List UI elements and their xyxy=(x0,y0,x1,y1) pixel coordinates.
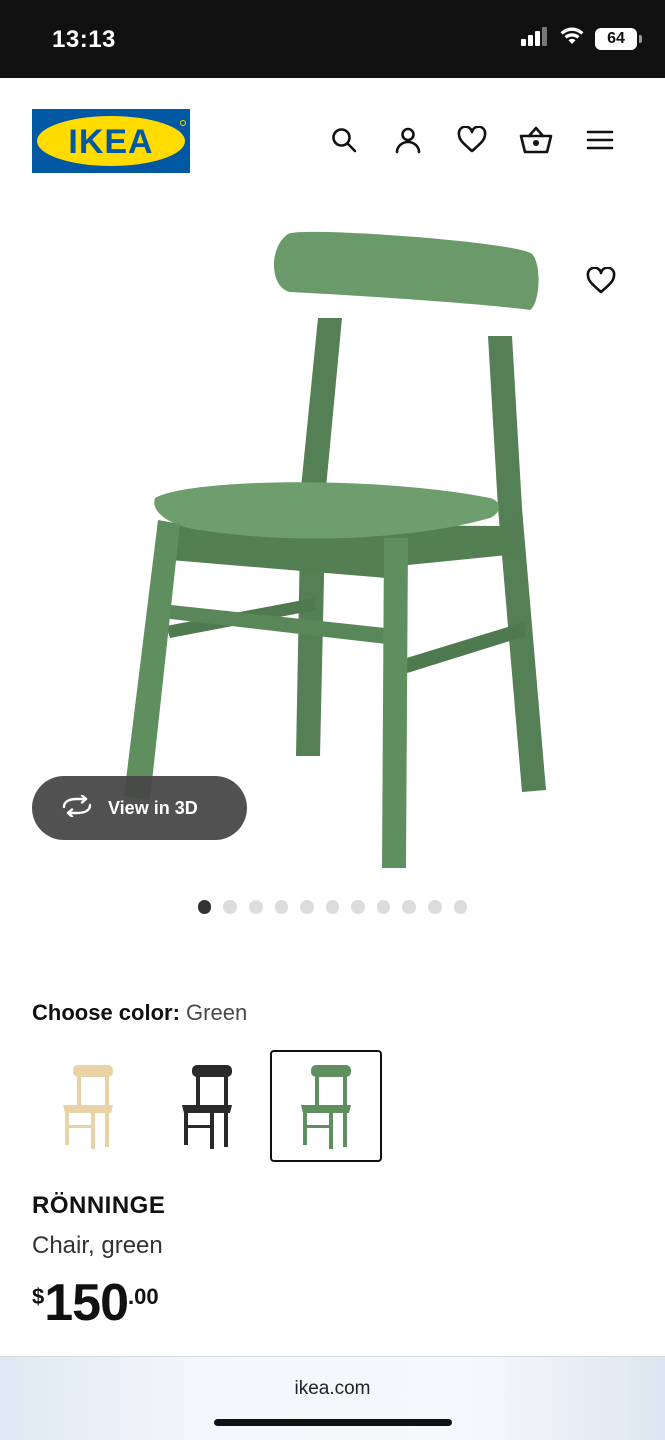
price-decimal: .00 xyxy=(128,1284,159,1309)
view-in-3d-label: View in 3D xyxy=(108,797,198,818)
swatch-black[interactable] xyxy=(151,1050,263,1162)
swatch-green[interactable] xyxy=(270,1050,382,1162)
battery-indicator: 64 xyxy=(595,27,642,50)
add-to-favorites-button[interactable] xyxy=(574,254,628,308)
home-indicator xyxy=(214,1419,452,1426)
heart-icon[interactable] xyxy=(454,122,490,158)
status-icons: 64 xyxy=(521,26,642,51)
color-chooser-key: Choose color: xyxy=(32,1000,180,1025)
carousel-dot[interactable] xyxy=(428,900,442,914)
chair-thumbnail-green xyxy=(301,1065,351,1149)
product-image-carousel[interactable]: View in 3D xyxy=(0,208,665,878)
product-name: RÖNNINGE xyxy=(32,1192,166,1219)
selected-color-value: Green xyxy=(186,1000,248,1025)
product-price: $ 150 .00 xyxy=(32,1274,159,1332)
color-chooser-label: Choose color: Green xyxy=(32,1000,247,1026)
view-in-3d-button[interactable]: View in 3D xyxy=(32,776,247,840)
status-time: 13:13 xyxy=(52,26,116,53)
wifi-icon xyxy=(559,26,585,51)
carousel-dot[interactable] xyxy=(197,900,212,914)
carousel-dot[interactable] xyxy=(274,900,289,914)
price-integer: 150 xyxy=(44,1274,129,1332)
cellular-signal-icon xyxy=(521,26,549,51)
carousel-dot[interactable] xyxy=(402,900,417,914)
browser-url[interactable]: ikea.com xyxy=(0,1378,665,1400)
carousel-pagination xyxy=(0,900,665,914)
carousel-dot[interactable] xyxy=(351,900,365,914)
browser-address-bar[interactable]: ikea.com xyxy=(0,1356,665,1440)
status-bar: 13:13 64 xyxy=(0,0,665,78)
price-currency: $ xyxy=(32,1284,45,1309)
site-header: IKEA xyxy=(0,78,665,208)
search-icon[interactable] xyxy=(326,122,362,158)
carousel-dot[interactable] xyxy=(223,900,237,914)
ikea-logo[interactable]: IKEA xyxy=(32,109,190,173)
menu-icon[interactable] xyxy=(582,122,618,158)
svg-text:IKEA: IKEA xyxy=(68,123,153,161)
basket-icon[interactable] xyxy=(518,122,554,158)
carousel-dot[interactable] xyxy=(248,900,263,914)
carousel-dot[interactable] xyxy=(300,900,314,914)
rotate-3d-icon xyxy=(60,793,94,822)
carousel-dot[interactable] xyxy=(325,900,340,914)
chair-thumbnail-birch xyxy=(63,1065,113,1149)
swatch-birch[interactable] xyxy=(32,1050,144,1162)
account-icon[interactable] xyxy=(390,122,426,158)
heart-outline-icon xyxy=(586,267,616,294)
color-swatches xyxy=(32,1050,389,1162)
carousel-dot[interactable] xyxy=(376,900,391,914)
product-description: Chair, green xyxy=(32,1232,163,1259)
carousel-dot[interactable] xyxy=(453,900,468,914)
chair-thumbnail-black xyxy=(182,1065,232,1149)
